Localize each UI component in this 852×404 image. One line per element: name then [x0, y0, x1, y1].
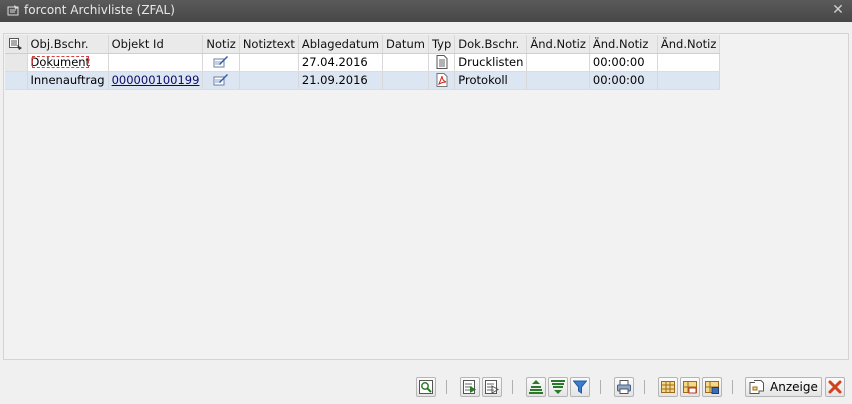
cell-aend-notiz-1[interactable]	[526, 53, 590, 72]
table-row[interactable]: Dokument 27.04.2016 Drucklisten 00:00:00	[5, 53, 721, 72]
toolbar-separator	[446, 380, 447, 394]
sort-ascending-icon	[529, 380, 543, 394]
cell-dok-bschr[interactable]: Protokoll	[454, 71, 528, 90]
objekt-id-link[interactable]: 000000100199	[112, 73, 200, 87]
column-header-aend-notiz-1[interactable]: Änd.Notiz	[526, 35, 590, 54]
toolbar-separator	[512, 380, 513, 394]
cell-aend-notiz-2[interactable]: 00:00:00	[589, 53, 658, 72]
cell-notiztext[interactable]	[239, 53, 299, 72]
column-header-datum[interactable]: Datum	[382, 35, 429, 54]
cell-aend-notiz-3[interactable]	[657, 53, 721, 72]
cell-aend-notiz-3[interactable]	[657, 71, 721, 90]
column-header-typ[interactable]: Typ	[428, 35, 456, 54]
sort-ascending-button[interactable]	[526, 377, 546, 397]
header-row: Obj.Bschr. Objekt Id Notiz Notiztext Abl…	[5, 35, 721, 54]
filter-icon	[573, 380, 587, 394]
cell-typ[interactable]	[428, 71, 456, 90]
column-header-dok-bschr[interactable]: Dok.Bschr.	[454, 35, 528, 54]
change-layout-icon	[683, 381, 697, 394]
window-title: forcont Archivliste (ZFAL)	[24, 3, 175, 17]
print-icon	[617, 380, 631, 394]
cell-notiz[interactable]	[202, 53, 240, 72]
display-button[interactable]: Anzeige	[745, 377, 822, 397]
title-bar: forcont Archivliste (ZFAL) ✕	[0, 0, 852, 22]
archive-table: Obj.Bschr. Objekt Id Notiz Notiztext Abl…	[5, 35, 721, 90]
cell-objekt-id[interactable]: 000000100199	[108, 71, 204, 90]
cell-obj-bschr-text: Dokument	[30, 55, 91, 69]
cell-ablagedatum[interactable]: 27.04.2016	[298, 53, 384, 72]
archive-list-window: forcont Archivliste (ZFAL) ✕ Obj.Bschr. …	[0, 0, 852, 404]
close-window-button[interactable]: ✕	[830, 2, 846, 18]
select-all-button[interactable]	[460, 377, 480, 397]
deselect-all-button[interactable]	[482, 377, 502, 397]
sort-descending-button[interactable]	[548, 377, 568, 397]
layout-icon	[661, 381, 675, 393]
cell-aend-notiz-2[interactable]: 00:00:00	[589, 71, 658, 90]
row-selector[interactable]	[5, 71, 28, 90]
column-header-aend-notiz-3[interactable]: Änd.Notiz	[657, 35, 721, 54]
note-edit-icon	[213, 56, 229, 68]
display-button-label: Anzeige	[770, 380, 818, 394]
column-header-objekt-id[interactable]: Objekt Id	[108, 35, 204, 54]
layout-menu-icon	[9, 38, 23, 51]
column-header-notiz[interactable]: Notiz	[202, 35, 240, 54]
layout-button[interactable]	[658, 377, 678, 397]
column-header-aend-notiz-2[interactable]: Änd.Notiz	[589, 35, 658, 54]
note-edit-icon	[213, 74, 229, 86]
display-document-icon	[749, 380, 764, 394]
cell-obj-bschr[interactable]: Dokument	[27, 53, 109, 72]
document-list-icon	[436, 55, 448, 70]
select-all-icon	[463, 380, 476, 394]
bottom-toolbar: Anzeige	[0, 374, 852, 400]
details-button[interactable]	[416, 377, 436, 397]
column-header-notiztext[interactable]: Notiztext	[239, 35, 299, 54]
column-header-ablagedatum[interactable]: Ablagedatum	[298, 35, 384, 54]
print-button[interactable]	[614, 377, 634, 397]
pdf-icon	[436, 73, 448, 88]
sort-descending-icon	[551, 380, 565, 394]
alv-grid: Obj.Bschr. Objekt Id Notiz Notiztext Abl…	[3, 33, 849, 360]
cell-dok-bschr[interactable]: Drucklisten	[454, 53, 528, 72]
change-layout-button[interactable]	[680, 377, 700, 397]
details-icon	[419, 380, 433, 394]
filter-button[interactable]	[570, 377, 590, 397]
cell-aend-notiz-1[interactable]	[526, 71, 590, 90]
table-row[interactable]: Innenauftrag 000000100199 21.09.2016 Pro…	[5, 71, 721, 90]
toolbar-separator	[644, 380, 645, 394]
cell-datum[interactable]	[382, 71, 429, 90]
cell-notiztext[interactable]	[239, 71, 299, 90]
cell-datum[interactable]	[382, 53, 429, 72]
save-layout-button[interactable]	[702, 377, 722, 397]
row-selector[interactable]	[5, 53, 28, 72]
window-icon	[7, 5, 19, 16]
toolbar-separator	[732, 380, 733, 394]
cell-obj-bschr[interactable]: Innenauftrag	[27, 71, 109, 90]
column-layout-button[interactable]	[5, 35, 28, 54]
deselect-all-icon	[485, 380, 499, 394]
cell-notiz[interactable]	[202, 71, 240, 90]
cancel-button[interactable]	[825, 377, 845, 397]
cell-typ[interactable]	[428, 53, 456, 72]
cell-ablagedatum[interactable]: 21.09.2016	[298, 71, 384, 90]
cell-objekt-id[interactable]	[108, 53, 204, 72]
save-layout-icon	[705, 381, 719, 394]
cancel-icon	[828, 380, 842, 394]
toolbar-separator	[600, 380, 601, 394]
column-header-obj-bschr[interactable]: Obj.Bschr.	[27, 35, 109, 54]
